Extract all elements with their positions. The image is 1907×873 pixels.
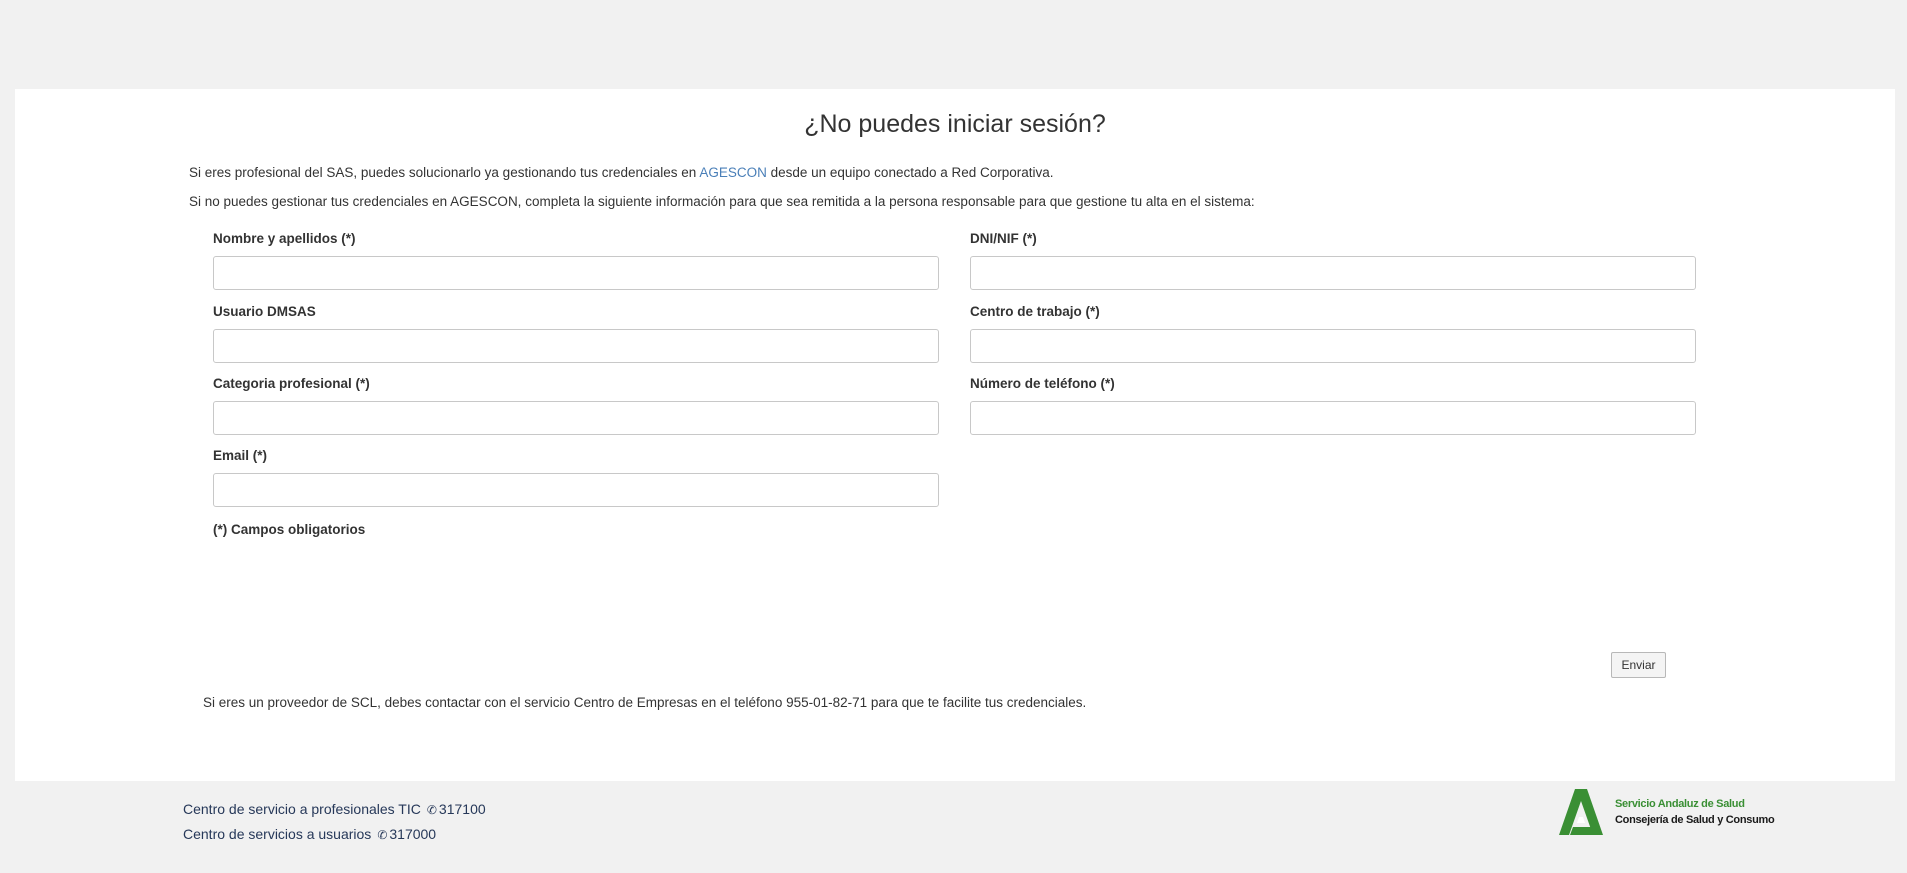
intro-paragraph-agescon: Si eres profesional del SAS, puedes solu… bbox=[189, 164, 1589, 182]
field-usuario-dmsas: Usuario DMSAS bbox=[213, 303, 939, 363]
required-fields-note: (*) Campos obligatorios bbox=[213, 522, 366, 537]
usuario-dmsas-input[interactable] bbox=[213, 329, 939, 363]
agescon-link[interactable]: AGESCON bbox=[699, 165, 767, 180]
dni-nif-label: DNI/NIF (*) bbox=[970, 231, 1037, 246]
logo-text-sas: Servicio Andaluz de Salud bbox=[1615, 798, 1745, 810]
categoria-profesional-label: Categoria profesional (*) bbox=[213, 376, 370, 391]
intro-text-before: Si eres profesional del SAS, puedes solu… bbox=[189, 165, 700, 180]
field-categoria-profesional: Categoria profesional (*) bbox=[213, 375, 939, 435]
logo-text-consejeria: Consejería de Salud y Consumo bbox=[1615, 814, 1775, 826]
field-numero-telefono: Número de teléfono (*) bbox=[970, 375, 1696, 435]
usuario-dmsas-label: Usuario DMSAS bbox=[213, 304, 316, 319]
field-dni-nif: DNI/NIF (*) bbox=[970, 230, 1696, 290]
dni-nif-input[interactable] bbox=[970, 256, 1696, 290]
field-nombre-apellidos: Nombre y apellidos (*) bbox=[213, 230, 939, 290]
intro-text-after: desde un equipo conectado a Red Corporat… bbox=[766, 165, 1054, 180]
sas-logo: Servicio Andaluz de Salud Consejería de … bbox=[1555, 787, 1775, 839]
sas-logo-mark bbox=[1559, 789, 1603, 835]
email-input[interactable] bbox=[213, 473, 939, 507]
numero-telefono-input[interactable] bbox=[970, 401, 1696, 435]
categoria-profesional-input[interactable] bbox=[213, 401, 939, 435]
footer-contact-usuarios: Centro de servicios a usuarios ✆ 317000 bbox=[183, 825, 436, 844]
provider-note: Si eres un proveedor de SCL, debes conta… bbox=[203, 695, 1087, 710]
centro-trabajo-input[interactable] bbox=[970, 329, 1696, 363]
nombre-apellidos-label: Nombre y apellidos (*) bbox=[213, 231, 356, 246]
email-label: Email (*) bbox=[213, 448, 268, 463]
numero-telefono-label: Número de teléfono (*) bbox=[970, 376, 1115, 391]
field-email: Email (*) bbox=[213, 447, 939, 507]
centro-trabajo-label: Centro de trabajo (*) bbox=[970, 304, 1100, 319]
phone-icon: ✆ bbox=[426, 803, 437, 817]
footer-tic-phone: 317100 bbox=[438, 801, 486, 817]
footer-usuarios-phone: 317000 bbox=[389, 826, 437, 842]
nombre-apellidos-input[interactable] bbox=[213, 256, 939, 290]
footer-usuarios-label: Centro de servicios a usuarios bbox=[183, 826, 372, 842]
phone-icon: ✆ bbox=[377, 828, 388, 842]
enviar-button[interactable]: Enviar bbox=[1611, 652, 1666, 678]
footer-contact-tic: Centro de servicio a profesionales TIC ✆ 3… bbox=[183, 800, 486, 819]
footer-tic-label: Centro de servicio a profesionales TIC bbox=[183, 801, 421, 817]
page-title: ¿No puedes iniciar sesión? bbox=[804, 110, 1106, 138]
field-centro-trabajo: Centro de trabajo (*) bbox=[970, 303, 1696, 363]
main-card: ¿No puedes iniciar sesión? Si eres profe… bbox=[15, 89, 1895, 781]
intro-paragraph-form: Si no puedes gestionar tus credenciales … bbox=[189, 194, 1255, 209]
